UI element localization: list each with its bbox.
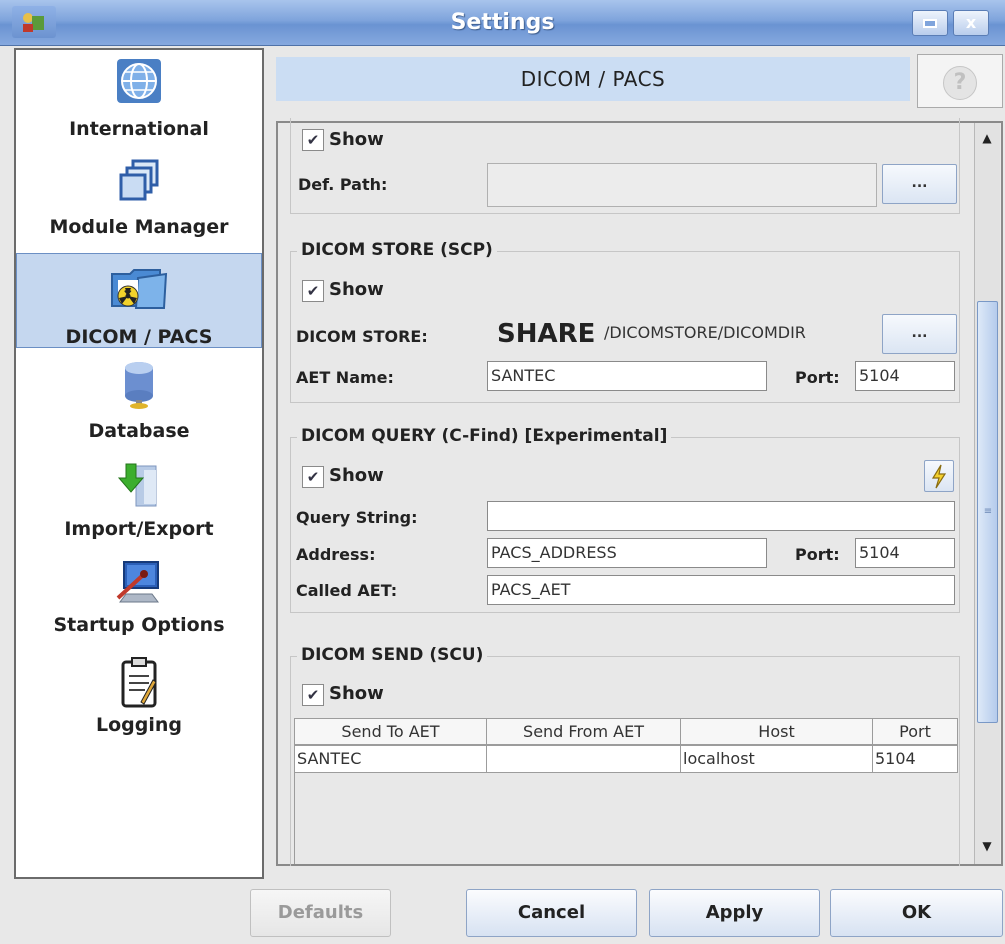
- show-label: Show: [329, 683, 384, 704]
- show-checkbox-send[interactable]: ✔: [302, 684, 324, 706]
- table-cell-host[interactable]: localhost: [680, 745, 873, 773]
- sidebar-item-import-export[interactable]: Import/Export: [16, 460, 262, 552]
- title-bar: Settings x: [0, 0, 1005, 46]
- apply-button[interactable]: Apply: [649, 889, 820, 937]
- close-button[interactable]: x: [953, 10, 989, 36]
- lightning-icon: [931, 464, 947, 489]
- dicom-store-title: DICOM STORE (SCP): [297, 240, 497, 260]
- send-table-viewport: [294, 773, 958, 864]
- port-label: Port:: [795, 368, 840, 387]
- database-icon: [125, 362, 153, 409]
- port-label: Port:: [795, 545, 840, 564]
- settings-sidebar: International Module Manager DICOM / PAC…: [14, 48, 264, 879]
- table-cell-send-from-aet[interactable]: [486, 745, 681, 773]
- computer-icon: [116, 561, 159, 603]
- test-connection-button[interactable]: [924, 460, 954, 492]
- query-port-input[interactable]: 5104: [855, 538, 955, 568]
- show-label: Show: [329, 279, 384, 300]
- grip-icon: ≡: [983, 506, 993, 517]
- sidebar-item-label: Logging: [95, 714, 182, 736]
- sidebar-item-module-manager[interactable]: Module Manager: [16, 158, 262, 250]
- sidebar-item-label: Import/Export: [64, 518, 214, 540]
- scroll-down-icon[interactable]: ▼: [977, 839, 997, 859]
- show-label: Show: [329, 465, 384, 486]
- close-icon: x: [965, 13, 977, 32]
- column-header-host[interactable]: Host: [680, 718, 873, 745]
- sidebar-item-label: Startup Options: [53, 614, 225, 636]
- called-aet-label: Called AET:: [296, 581, 398, 600]
- cancel-button[interactable]: Cancel: [466, 889, 637, 937]
- sidebar-item-logging[interactable]: Logging: [16, 656, 262, 748]
- sidebar-item-label: Module Manager: [49, 216, 229, 238]
- sidebar-item-label: Database: [88, 420, 190, 442]
- column-header-send-from-aet[interactable]: Send From AET: [486, 718, 681, 745]
- share-path: /DICOMSTORE/DICOMDIR: [604, 323, 806, 342]
- sidebar-item-database[interactable]: Database: [16, 360, 262, 452]
- aet-name-input[interactable]: SANTEC: [487, 361, 767, 391]
- show-label: Show: [329, 129, 384, 150]
- help-button[interactable]: ?: [917, 54, 1003, 108]
- table-cell-port[interactable]: 5104: [872, 745, 958, 773]
- aet-name-label: AET Name:: [296, 368, 394, 387]
- def-path-browse-button[interactable]: ...: [882, 164, 957, 204]
- window-title: Settings: [450, 10, 555, 35]
- dicom-store-browse-button[interactable]: ...: [882, 314, 957, 354]
- sidebar-item-startup-options[interactable]: Startup Options: [16, 558, 262, 650]
- sidebar-item-label: DICOM / PACS: [65, 326, 213, 348]
- address-input[interactable]: PACS_ADDRESS: [487, 538, 767, 568]
- share-text: SHARE: [497, 319, 596, 349]
- page-title: DICOM / PACS: [520, 67, 666, 91]
- show-checkbox-query[interactable]: ✔: [302, 466, 324, 488]
- called-aet-input[interactable]: PACS_AET: [487, 575, 955, 605]
- def-path-field[interactable]: [487, 163, 877, 207]
- address-label: Address:: [296, 545, 376, 564]
- maximize-button[interactable]: [912, 10, 948, 36]
- table-cell-send-to-aet[interactable]: SANTEC: [294, 745, 487, 773]
- def-path-label: Def. Path:: [298, 175, 388, 194]
- dicom-query-title: DICOM QUERY (C-Find) [Experimental]: [297, 426, 672, 446]
- sidebar-item-label: International: [69, 118, 209, 140]
- query-string-input[interactable]: [487, 501, 955, 531]
- column-header-port[interactable]: Port: [872, 718, 958, 745]
- globe-icon: [117, 59, 161, 103]
- scrollbar-thumb[interactable]: ≡: [977, 301, 998, 723]
- vertical-scrollbar[interactable]: ▲ ≡ ▼: [974, 123, 1000, 864]
- clipboard-icon: [121, 657, 157, 708]
- sidebar-item-dicom-pacs[interactable]: DICOM / PACS: [16, 253, 262, 348]
- dicom-store-label: DICOM STORE:: [296, 327, 428, 346]
- query-string-label: Query String:: [296, 508, 418, 527]
- dicom-send-title: DICOM SEND (SCU): [297, 645, 488, 665]
- show-checkbox-top[interactable]: ✔: [302, 129, 324, 151]
- import-export-icon: [117, 463, 157, 507]
- maximize-icon: [923, 19, 937, 28]
- store-port-input[interactable]: 5104: [855, 361, 955, 391]
- section-header: DICOM / PACS: [276, 57, 910, 101]
- radiation-folder-icon: [111, 269, 168, 309]
- help-icon: ?: [943, 66, 977, 100]
- show-checkbox-store[interactable]: ✔: [302, 280, 324, 302]
- sidebar-item-international[interactable]: International: [16, 58, 262, 150]
- scroll-up-icon[interactable]: ▲: [977, 131, 997, 151]
- column-header-send-to-aet[interactable]: Send To AET: [294, 718, 487, 745]
- windows-stack-icon: [119, 159, 159, 201]
- defaults-button[interactable]: Defaults: [250, 889, 391, 937]
- ok-button[interactable]: OK: [830, 889, 1003, 937]
